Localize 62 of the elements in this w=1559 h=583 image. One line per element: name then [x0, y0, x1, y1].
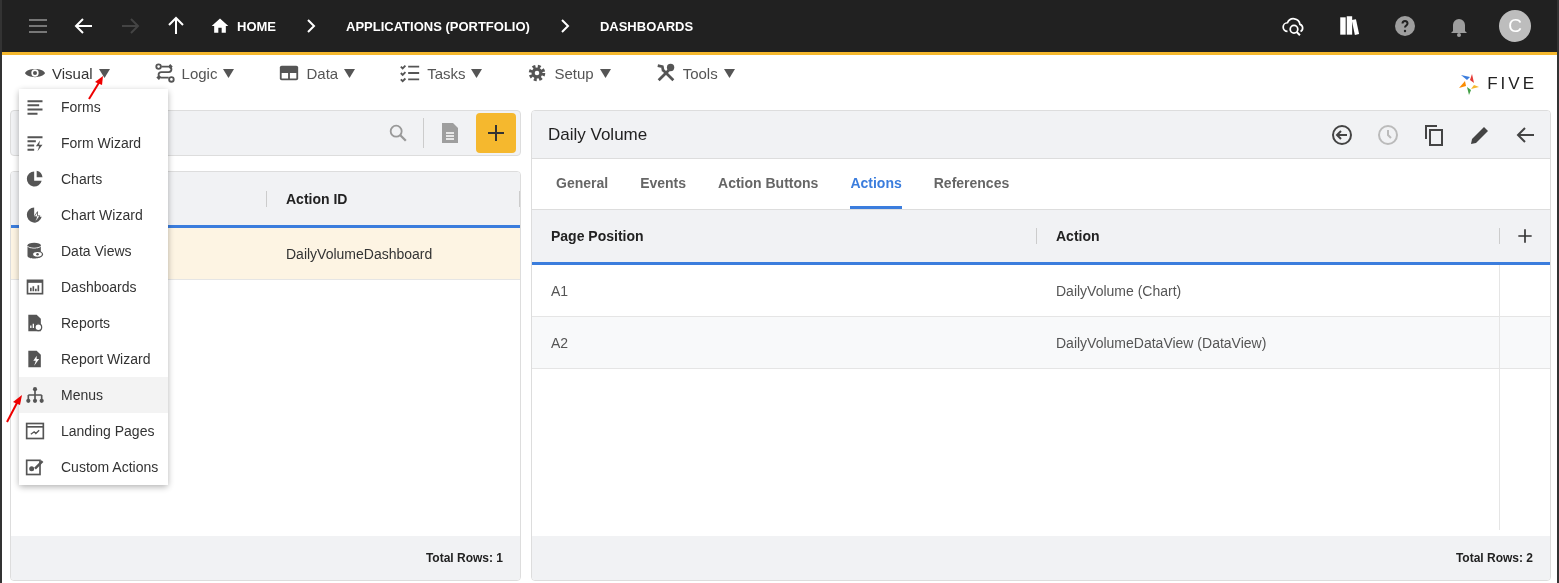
- tab[interactable]: Events: [640, 159, 687, 209]
- caret-icon: [223, 68, 235, 78]
- table-cell-text: A1: [550, 282, 570, 299]
- menu-item[interactable]: Charts: [19, 161, 168, 197]
- menu-item[interactable]: Reports: [19, 305, 168, 341]
- caret-icon: [599, 68, 611, 78]
- home-icon: [210, 16, 230, 36]
- menu-item[interactable]: Forms: [19, 89, 168, 125]
- menu-item[interactable]: Menus: [19, 377, 168, 413]
- panel-title: Daily Volume: [548, 124, 648, 145]
- logo: FIVE: [1457, 72, 1537, 96]
- help-icon[interactable]: [1393, 14, 1417, 38]
- menu-item[interactable]: Data Views: [19, 233, 168, 269]
- edit-icon: [25, 457, 45, 477]
- menu-item[interactable]: Landing Pages: [19, 413, 168, 449]
- column-header[interactable]: Page Position: [532, 228, 1036, 244]
- report-icon: [25, 313, 45, 333]
- menu-item[interactable]: Dashboards: [19, 269, 168, 305]
- window-icon: [25, 421, 45, 441]
- hierarchy-icon: [25, 385, 45, 405]
- column-header[interactable]: Action ID: [267, 190, 519, 207]
- column-header[interactable]: Action: [1037, 228, 1499, 244]
- menu-button[interactable]: Setup: [526, 60, 611, 86]
- table-cell-text: DailyVolumeDataView (DataView): [1055, 334, 1268, 351]
- caret-icon: [723, 68, 735, 78]
- lines-bolt-icon: [25, 133, 45, 153]
- caret-icon: [344, 68, 356, 78]
- menu-button[interactable]: Data: [278, 60, 356, 86]
- total-rows: Total Rows: 1: [425, 551, 503, 565]
- menu-button[interactable]: Tools: [654, 60, 735, 86]
- history-back-icon[interactable]: [1330, 122, 1354, 147]
- search-icon[interactable]: [387, 122, 409, 144]
- caret-icon: [98, 68, 110, 78]
- total-rows: Total Rows: 2: [1455, 551, 1533, 565]
- caret-icon: [471, 68, 483, 78]
- database-icon: [25, 241, 45, 261]
- tab[interactable]: Action Buttons: [718, 159, 819, 209]
- menu-item[interactable]: Custom Actions: [19, 449, 168, 485]
- table-cell-text: A2: [550, 334, 570, 351]
- copy-icon[interactable]: [1422, 122, 1446, 147]
- menu-item[interactable]: Form Wizard: [19, 125, 168, 161]
- menu-button[interactable]: Logic: [153, 60, 235, 86]
- chevron-icon: [559, 19, 570, 33]
- checklist-icon: [399, 62, 422, 84]
- breadcrumb-link[interactable]: DASHBOARDS: [599, 18, 694, 34]
- add-button[interactable]: [476, 113, 516, 153]
- breadcrumb-link[interactable]: APPLICATIONS (PORTFOLIO): [346, 18, 530, 34]
- chevron-icon: [306, 19, 316, 33]
- bar-chart-icon: [25, 277, 45, 297]
- plus-icon[interactable]: [1515, 226, 1535, 246]
- lines-icon: [25, 97, 45, 117]
- table-cell-text: DailyVolumeDashboard: [285, 245, 433, 262]
- menu-item[interactable]: Report Wizard: [19, 341, 168, 377]
- pie-chart-icon: [25, 169, 45, 189]
- menu-button[interactable]: Tasks: [399, 60, 483, 86]
- breadcrumb-link[interactable]: HOME: [210, 16, 276, 36]
- tab[interactable]: General: [556, 159, 609, 209]
- table-cell-text: DailyVolume (Chart): [1055, 282, 1183, 299]
- menu-item[interactable]: Chart Wizard: [19, 197, 168, 233]
- tab[interactable]: References: [933, 159, 1010, 209]
- annotation-arrow: [5, 394, 25, 424]
- flow-icon: [153, 62, 176, 84]
